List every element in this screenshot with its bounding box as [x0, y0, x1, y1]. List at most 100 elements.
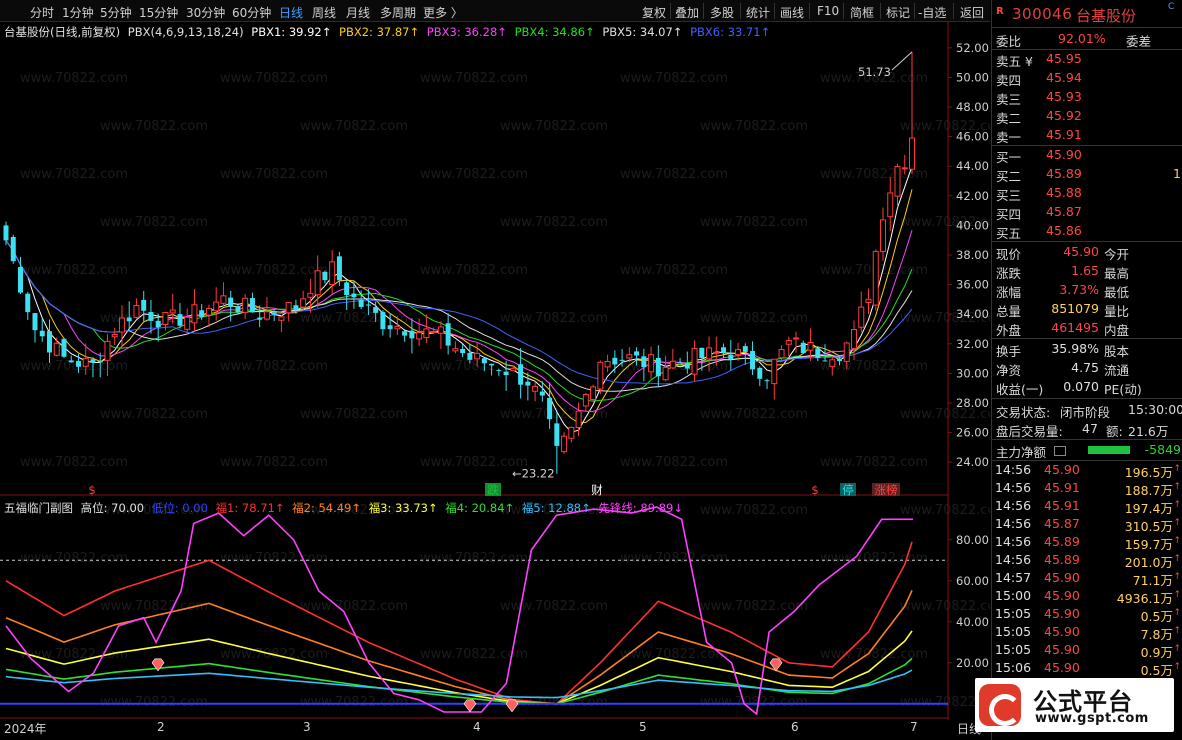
stat-value: 851079	[1051, 301, 1099, 316]
period-tab-daily[interactable]: 日线	[279, 4, 303, 21]
candle-body-down	[235, 306, 241, 313]
x-axis-label-year: 2024年	[4, 722, 47, 736]
bid-label: 买三	[996, 188, 1022, 203]
candle-body-up	[662, 366, 669, 381]
candle-body-up	[597, 361, 604, 390]
trade-status-row: 交易状态: 闭市阶段 15:30:00	[992, 401, 1182, 420]
period-tab-15min[interactable]: 15分钟	[139, 4, 178, 21]
x-axis-label-may: 5	[639, 720, 647, 734]
tick-row[interactable]: 14:56 45.87 310.5万 ↑	[992, 516, 1182, 534]
candle-body-up	[278, 316, 285, 321]
tool-mark-button[interactable]: 标记	[886, 4, 910, 21]
period-tab-monthly[interactable]: 月线	[346, 4, 370, 21]
tick-row[interactable]: 15:00 45.90 4936.1万 ↑	[992, 588, 1182, 606]
watermark-text: www.70822.com	[220, 263, 328, 278]
ask-row[interactable]: 卖二 45.92	[992, 107, 1182, 126]
period-tab-5min[interactable]: 5分钟	[100, 4, 132, 21]
period-tab-multi[interactable]: 多周期	[380, 4, 416, 21]
period-tab-more[interactable]: 更多 〉	[423, 4, 463, 21]
up-arrow-icon: ↑	[1173, 500, 1181, 510]
tool-fuquan-button[interactable]: 复权	[642, 4, 666, 21]
toolbar-divider	[774, 3, 775, 19]
candle-body-down	[351, 293, 357, 298]
main-flow-row[interactable]: 主力净额 -5849	[992, 441, 1182, 460]
stat-value: 45.90	[1063, 244, 1099, 259]
price-tick-label: 26.00	[956, 426, 989, 440]
watermark-text: www.70822.com	[820, 551, 928, 566]
ask-row[interactable]: 卖三 45.93	[992, 88, 1182, 107]
period-tab-1min[interactable]: 1分钟	[62, 4, 94, 21]
tick-row[interactable]: 14:57 45.90 71.1万 ↑	[992, 570, 1182, 588]
bid-volume: 1	[1173, 166, 1181, 181]
x-axis-label-jun: 6	[791, 720, 799, 734]
period-tab-weekly[interactable]: 周线	[312, 4, 336, 21]
tick-price: 45.91	[1044, 498, 1080, 513]
app-window: 分时 1分钟 5分钟 15分钟 30分钟 60分钟 日线 周线 月线 多周期 更…	[0, 0, 1182, 740]
ask-row[interactable]: 卖四 45.94	[992, 69, 1182, 88]
candle-body-up	[807, 341, 814, 351]
watermark-text: www.70822.com	[220, 167, 328, 182]
tool-back-button[interactable]: 返回	[960, 4, 984, 21]
watermark-text: www.70822.com	[820, 647, 928, 662]
bid-price: 45.86	[1046, 223, 1082, 238]
low-level-value: 低位: 0.00	[151, 501, 208, 515]
candle-body-up	[510, 367, 517, 372]
tick-row[interactable]: 14:56 45.89 201.0万 ↑	[992, 552, 1182, 570]
flow-bar	[1088, 446, 1130, 454]
tool-remove-watchlist-button[interactable]: -自选	[918, 4, 946, 21]
tick-row[interactable]: 14:56 45.90 196.5万 ↑	[992, 462, 1182, 480]
tick-row[interactable]: 14:56 45.89 159.7万 ↑	[992, 534, 1182, 552]
candle-body-down	[3, 225, 9, 241]
candle-body-up	[785, 339, 792, 345]
up-arrow-icon: ↑	[1173, 644, 1181, 654]
tick-row[interactable]: 15:05 45.90 7.8万 ↑	[992, 624, 1182, 642]
tick-row[interactable]: 14:56 45.91 188.7万 ↑	[992, 480, 1182, 498]
up-arrow-icon: ↑	[1173, 482, 1181, 492]
ask-row[interactable]: 卖五 ¥ 45.95	[992, 50, 1182, 69]
candle-body-down	[46, 331, 52, 353]
chart-area[interactable]: www.70822.com www.70822.com www.70822.com w…	[0, 22, 990, 740]
tick-row[interactable]: 14:56 45.91 197.4万 ↑	[992, 498, 1182, 516]
period-tab-60min[interactable]: 60分钟	[232, 4, 271, 21]
candle-body-down	[742, 346, 748, 352]
candle-body-up	[285, 302, 292, 314]
candle-body-up	[329, 261, 336, 285]
bid-row[interactable]: 买五 45.86	[992, 222, 1182, 241]
up-arrow-icon: ↑	[1173, 626, 1181, 636]
pbx2-value: PBX2: 37.87↑	[339, 25, 420, 39]
tool-draw-button[interactable]: 画线	[780, 4, 804, 21]
watermark-text: www.70822.com	[820, 455, 928, 470]
tool-overlay-button[interactable]: 叠加	[675, 4, 699, 21]
watermark-text: www.70822.com	[220, 455, 328, 470]
price-tick-label: 50.00	[956, 70, 989, 84]
bid-row[interactable]: 买一 45.90	[992, 146, 1182, 165]
stock-header[interactable]: R 300046 台基股份 C	[992, 0, 1182, 28]
price-tick-label: 28.00	[956, 396, 989, 410]
bid-row[interactable]: 买二 45.89 1	[992, 165, 1182, 184]
tick-price: 45.90	[1044, 570, 1080, 585]
tick-time: 14:56	[995, 462, 1032, 477]
stat-label-right: 股本	[1104, 344, 1130, 359]
tool-multistock-button[interactable]: 多股	[710, 4, 734, 21]
tick-row[interactable]: 15:05 45.90 0.9万 ↑	[992, 642, 1182, 660]
up-arrow-icon: ↑	[1173, 662, 1181, 672]
tick-row[interactable]: 15:06 45.90 0.5万 ↑	[992, 660, 1182, 678]
candle-body-down	[271, 312, 277, 315]
candle-body-up	[582, 393, 589, 407]
tool-f10-button[interactable]: F10	[817, 4, 839, 18]
up-arrow-icon: ↑	[1173, 608, 1181, 618]
candle-body-up	[452, 348, 459, 352]
tool-stats-button[interactable]: 统计	[746, 4, 770, 21]
bid-row[interactable]: 买三 45.88	[992, 184, 1182, 203]
ask-row[interactable]: 卖一 45.91	[992, 126, 1182, 145]
candle-body-down	[677, 362, 683, 364]
stat-value: 0.070	[1063, 379, 1099, 394]
bid-row[interactable]: 买四 45.87	[992, 203, 1182, 222]
candle-body-down	[655, 357, 661, 377]
candle-body-up	[394, 325, 401, 330]
tick-row[interactable]: 15:05 45.90 0.5万 ↑	[992, 606, 1182, 624]
period-tab-30min[interactable]: 30分钟	[186, 4, 225, 21]
list-icon	[1054, 446, 1066, 456]
period-tab-fenshi[interactable]: 分时	[30, 4, 54, 21]
tool-simple-frame-button[interactable]: 简框	[850, 4, 874, 21]
